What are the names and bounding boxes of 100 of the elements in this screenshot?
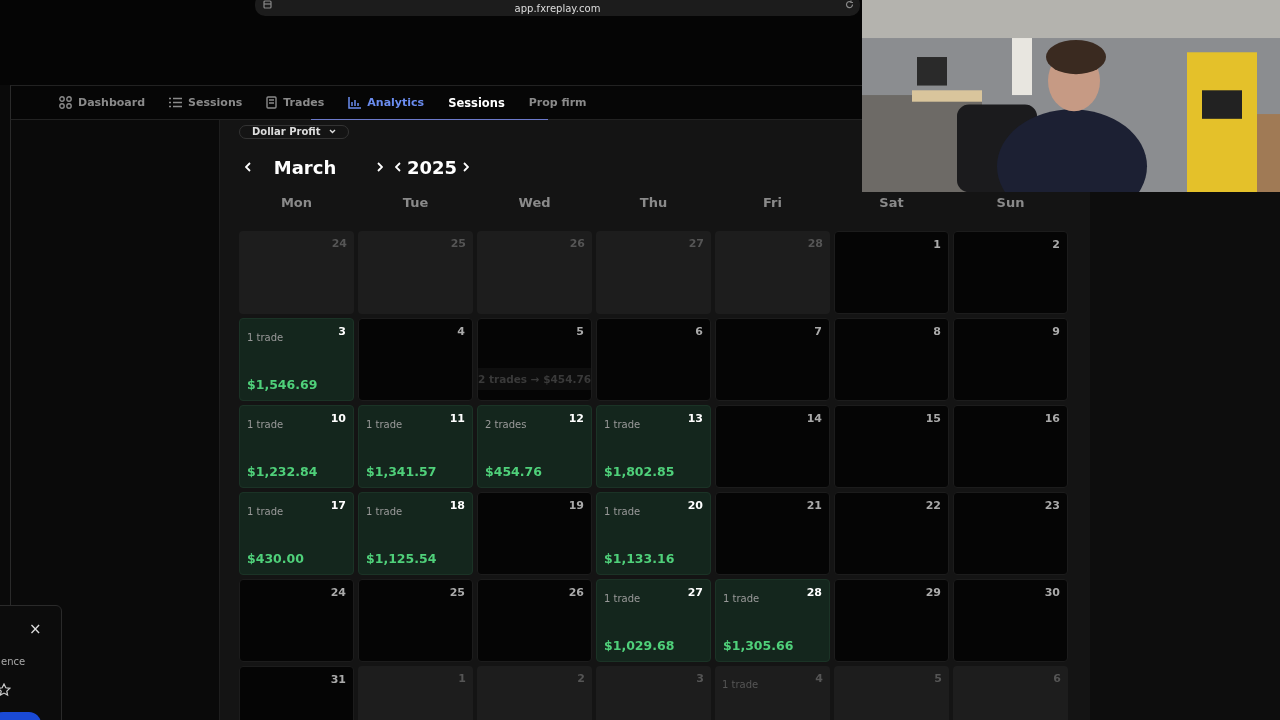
day-cell[interactable]: 22 bbox=[834, 492, 949, 575]
year-label: 2025 bbox=[407, 156, 458, 178]
day-cell[interactable]: 1 trade 27 $1,029.68 bbox=[596, 579, 711, 662]
day-cell[interactable]: 23 bbox=[953, 492, 1068, 575]
day-number: 26 bbox=[568, 586, 584, 599]
star-icon[interactable] bbox=[0, 683, 11, 697]
day-number: 18 bbox=[449, 499, 465, 512]
weekday-label: Tue bbox=[402, 195, 429, 210]
day-number: 2 bbox=[577, 672, 585, 685]
day-cell[interactable]: 1 trade 13 $1,802.85 bbox=[596, 405, 711, 488]
day-number: 16 bbox=[1044, 412, 1060, 425]
day-cell[interactable]: 1 trade 18 $1,125.54 bbox=[358, 492, 473, 575]
nav-tab[interactable]: Prop firm bbox=[528, 96, 587, 109]
day-cell[interactable]: 1 trade 3 $1,546.69 bbox=[239, 318, 354, 401]
profit-amount: $1,341.57 bbox=[366, 464, 437, 479]
day-number: 10 bbox=[330, 412, 346, 425]
day-cell[interactable]: 9 bbox=[953, 318, 1068, 401]
day-cell[interactable]: 2 trades 12 $454.76 bbox=[477, 405, 592, 488]
day-cell[interactable]: 19 bbox=[477, 492, 592, 575]
profit-amount: $1,133.16 bbox=[604, 551, 675, 566]
day-number: 27 bbox=[688, 237, 704, 250]
day-cell[interactable]: 24 bbox=[239, 579, 354, 662]
day-cell[interactable]: 1 trade 20 $1,133.16 bbox=[596, 492, 711, 575]
trade-count: 1 trade bbox=[604, 419, 641, 430]
day-cell[interactable]: 1 trade 11 $1,341.57 bbox=[358, 405, 473, 488]
trade-count: 1 trade bbox=[366, 419, 403, 430]
day-number: 30 bbox=[1044, 586, 1060, 599]
day-cell[interactable]: 15 bbox=[834, 405, 949, 488]
book-icon bbox=[266, 96, 278, 109]
day-cell[interactable]: 1 trade 17 $430.00 bbox=[239, 492, 354, 575]
day-cell[interactable]: 14 bbox=[715, 405, 830, 488]
weekday-label: Thu bbox=[639, 195, 668, 210]
day-number: 24 bbox=[331, 237, 347, 250]
trade-count: 2 trades bbox=[485, 419, 527, 430]
day-cell[interactable]: 29 bbox=[834, 579, 949, 662]
profit-amount: $1,125.54 bbox=[366, 551, 437, 566]
day-cell[interactable]: 6 bbox=[596, 318, 711, 401]
day-cell[interactable]: 21 bbox=[715, 492, 830, 575]
day-number: 6 bbox=[1053, 672, 1061, 685]
day-number: 27 bbox=[687, 586, 703, 599]
nav-tab[interactable]: Dashboard bbox=[59, 96, 146, 109]
day-cell[interactable]: 4 bbox=[358, 318, 473, 401]
day-number: 31 bbox=[330, 673, 346, 686]
day-number: 9 bbox=[1052, 325, 1060, 338]
day-number: 1 bbox=[933, 238, 941, 251]
day-cell[interactable]: 25 bbox=[358, 579, 473, 662]
nav-tab[interactable]: Sessions bbox=[169, 96, 243, 109]
day-number: 28 bbox=[806, 586, 822, 599]
trade-count: 1 trade bbox=[247, 332, 284, 343]
chevron-down-icon bbox=[328, 129, 336, 134]
trade-count: 1 trade bbox=[604, 593, 641, 604]
address-bar-url[interactable]: app.fxreplay.com bbox=[514, 2, 601, 14]
day-number: 25 bbox=[449, 586, 465, 599]
day-number: 5 bbox=[934, 672, 942, 685]
trade-count: 1 trade bbox=[723, 593, 760, 604]
trade-count: 1 trade bbox=[247, 506, 284, 517]
day-number: 3 bbox=[338, 325, 346, 338]
profit-amount: $1,802.85 bbox=[604, 464, 675, 479]
day-number: 23 bbox=[1044, 499, 1060, 512]
day-cell[interactable]: 31 bbox=[239, 666, 354, 720]
nav-tab[interactable]: Sessions bbox=[448, 95, 505, 110]
profit-amount: $454.76 bbox=[485, 464, 542, 479]
weekday-label: Sun bbox=[996, 195, 1025, 210]
day-number: 4 bbox=[457, 325, 465, 338]
day-number: 13 bbox=[687, 412, 703, 425]
profit-amount: $1,546.69 bbox=[247, 377, 318, 392]
day-number: 8 bbox=[933, 325, 941, 338]
close-button[interactable]: × bbox=[29, 620, 42, 638]
profit-amount: $1,029.68 bbox=[604, 638, 675, 653]
day-number: 24 bbox=[330, 586, 346, 599]
day-number: 5 bbox=[576, 325, 584, 338]
day-number: 3 bbox=[696, 672, 704, 685]
day-number: 15 bbox=[925, 412, 941, 425]
month-label: March bbox=[272, 156, 338, 178]
day-cell[interactable]: 1 trade 10 $1,232.84 bbox=[239, 405, 354, 488]
trade-count: 1 trade bbox=[247, 419, 284, 430]
day-cell[interactable]: 8 bbox=[834, 318, 949, 401]
day-cell[interactable]: 1 trade 28 $1,305.66 bbox=[715, 579, 830, 662]
day-number: 12 bbox=[568, 412, 584, 425]
reload-icon[interactable] bbox=[845, 0, 854, 9]
day-number: 29 bbox=[925, 586, 941, 599]
day-cell[interactable]: 30 bbox=[953, 579, 1068, 662]
nav-tab[interactable]: Trades bbox=[266, 96, 325, 109]
day-number: 20 bbox=[687, 499, 703, 512]
day-number: 4 bbox=[815, 672, 823, 685]
day-cell[interactable]: 16 bbox=[953, 405, 1068, 488]
profit-amount: $430.00 bbox=[247, 551, 304, 566]
day-cell[interactable]: 7 bbox=[715, 318, 830, 401]
day-cell[interactable]: 2 bbox=[953, 231, 1068, 314]
profit-amount: $1,305.66 bbox=[723, 638, 794, 653]
trade-count: 1 trade bbox=[366, 506, 403, 517]
day-cell[interactable]: 1 bbox=[834, 231, 949, 314]
day-number: 7 bbox=[814, 325, 822, 338]
tab-icon[interactable] bbox=[263, 0, 272, 9]
trade-count: 1 trade bbox=[722, 679, 759, 690]
day-number: 25 bbox=[450, 237, 466, 250]
profit-amount: $1,232.84 bbox=[247, 464, 318, 479]
nav-tab[interactable]: Analytics bbox=[348, 96, 425, 109]
day-cell[interactable]: 26 bbox=[477, 579, 592, 662]
day-number: 17 bbox=[330, 499, 346, 512]
